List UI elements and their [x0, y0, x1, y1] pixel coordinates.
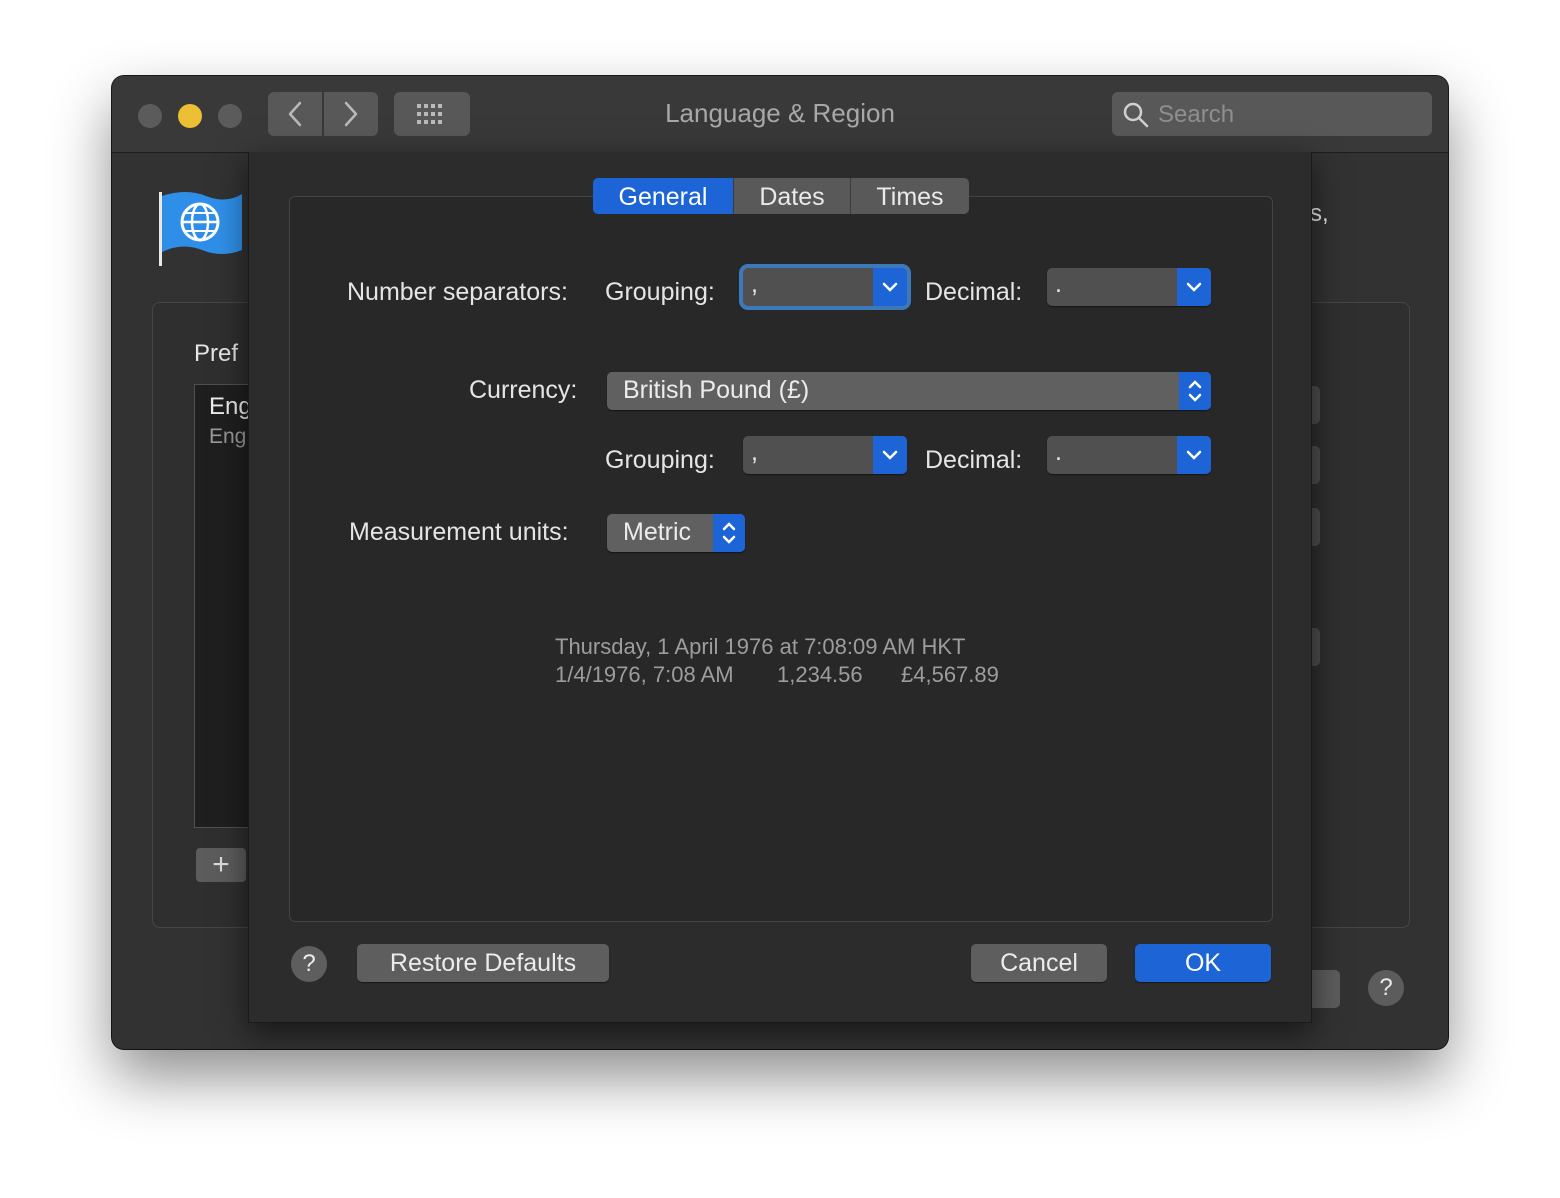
search-input[interactable]: [1156, 98, 1420, 132]
sample-date-long: Thursday, 1 April 1976 at 7:08:09 AM HKT: [555, 634, 966, 659]
window-title: Language & Region: [665, 98, 895, 128]
advanced-sheet: General Dates Times Number separators: G…: [248, 152, 1312, 1023]
background-help-button[interactable]: ?: [1368, 970, 1404, 1006]
chevron-right-icon: [344, 101, 358, 127]
back-button[interactable]: [268, 92, 322, 136]
currency-value: British Pound (£): [623, 376, 810, 404]
popup-value: .: [1055, 438, 1062, 466]
search-field[interactable]: [1112, 92, 1432, 136]
measurement-value: Metric: [623, 518, 692, 546]
preferred-languages-list[interactable]: Eng Eng: [194, 384, 256, 828]
chevron-left-icon: [288, 101, 302, 127]
help-button[interactable]: ?: [291, 946, 327, 982]
chevron-updown-icon: [713, 514, 745, 552]
ok-button[interactable]: OK: [1135, 944, 1271, 982]
chevron-down-icon: [873, 268, 907, 306]
restore-defaults-button[interactable]: Restore Defaults: [357, 944, 609, 982]
currency-label: Currency:: [469, 376, 578, 404]
sample-currency: £4,567.89: [901, 662, 999, 687]
popup-value: ,: [751, 270, 758, 298]
search-icon: [1123, 102, 1149, 128]
preferred-languages-heading: Pref: [194, 340, 239, 367]
list-item-subtitle: Eng: [209, 425, 247, 448]
measurement-units-select[interactable]: Metric: [607, 514, 745, 552]
globe-flag-icon: [159, 192, 242, 266]
popup-value: .: [1055, 270, 1062, 298]
minimize-window-button[interactable]: [178, 104, 202, 128]
chevron-updown-icon: [1179, 372, 1211, 410]
number-grouping-popup[interactable]: ,: [743, 268, 907, 306]
grid-icon: [417, 104, 442, 124]
show-all-button[interactable]: [394, 92, 470, 136]
currency-select[interactable]: British Pound (£): [607, 372, 1211, 410]
cancel-button[interactable]: Cancel: [971, 944, 1107, 982]
decimal-label: Decimal:: [925, 278, 1023, 306]
background-description-text: s,: [1310, 200, 1329, 227]
tab-dates[interactable]: Dates: [734, 178, 851, 214]
currency-grouping-label: Grouping:: [605, 446, 715, 474]
currency-decimal-popup[interactable]: .: [1047, 436, 1211, 474]
add-language-button[interactable]: +: [196, 848, 246, 882]
popup-value: ,: [751, 438, 758, 466]
currency-decimal-label: Decimal:: [925, 446, 1023, 474]
chevron-down-icon: [873, 436, 907, 474]
forward-button[interactable]: [324, 92, 378, 136]
measurement-units-label: Measurement units:: [349, 518, 569, 546]
title-bar: Language & Region: [112, 76, 1448, 153]
sample-date-short: 1/4/1976, 7:08 AM: [555, 662, 734, 687]
chevron-down-icon: [1177, 436, 1211, 474]
grouping-label: Grouping:: [605, 278, 715, 306]
close-window-button[interactable]: [138, 104, 162, 128]
currency-grouping-popup[interactable]: ,: [743, 436, 907, 474]
list-item-title: Eng: [209, 393, 252, 420]
system-preferences-window: Language & Region s, Pref Eng Eng + ? Ge…: [112, 76, 1448, 1049]
tab-general[interactable]: General: [593, 178, 734, 214]
chevron-down-icon: [1177, 268, 1211, 306]
number-decimal-popup[interactable]: .: [1047, 268, 1211, 306]
number-separators-label: Number separators:: [347, 278, 568, 306]
tab-bar: General Dates Times: [593, 178, 969, 214]
zoom-window-button[interactable]: [218, 104, 242, 128]
background-button-edge: [1310, 970, 1340, 1008]
sample-number: 1,234.56: [777, 662, 863, 687]
tab-times[interactable]: Times: [851, 178, 969, 214]
